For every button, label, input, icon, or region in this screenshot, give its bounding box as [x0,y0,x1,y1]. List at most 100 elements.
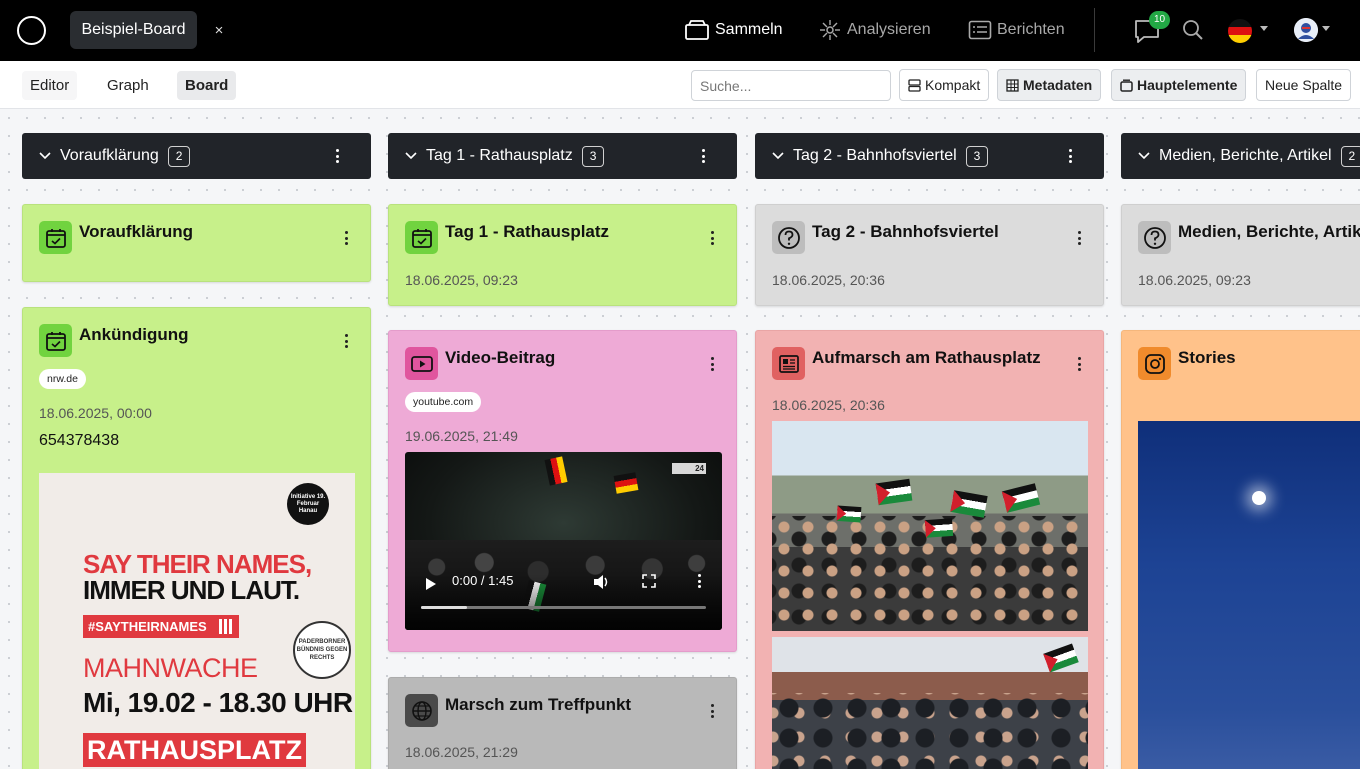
chevron-down-icon[interactable] [771,151,785,161]
kompakt-label: Kompakt [925,77,981,93]
poster-seal: PADERBORNER BÜNDNIS GEGEN RECHTS [293,621,351,679]
tab-beispiel-board[interactable]: Beispiel-Board [70,11,197,49]
kompakt-button[interactable]: Kompakt [899,69,990,101]
top-bar: Beispiel-Board × Sammeln Analysieren Ber… [0,0,1360,61]
column-header[interactable]: Medien, Berichte, Artikel 2 [1121,133,1360,179]
card-date: 18.06.2025, 21:29 [405,744,518,760]
volume-icon[interactable] [593,574,611,590]
flag [924,518,954,538]
german-flag-icon[interactable] [1228,19,1252,43]
card-title: Tag 1 - Rathausplatz [445,222,610,241]
card-date: 18.06.2025, 20:36 [772,397,885,413]
question-icon [772,221,805,254]
card-title: Ankündigung [79,325,189,344]
nav-sammeln[interactable]: Sammeln [684,16,783,44]
column-menu-icon[interactable] [332,147,342,165]
close-tab-icon[interactable]: × [210,21,228,41]
card-menu-icon[interactable] [341,332,351,350]
card-medien[interactable]: Medien, Berichte, Artikel 18.06.2025, 09… [1121,204,1360,306]
nav-berichten[interactable]: Berichten [968,16,1065,44]
card-title: Marsch zum Treffpunkt [445,695,632,714]
crowd [772,693,1088,769]
card-stories[interactable]: Stories [1121,330,1360,769]
poster-hashtag: #SAYTHEIRNAMES [83,615,239,638]
column-count-badge: 3 [965,145,989,167]
column-menu-icon[interactable] [698,147,708,165]
poster-line: IMMER UND LAUT. [83,575,300,605]
story-image[interactable] [1138,421,1360,769]
card-title: Video-Beitrag [445,348,556,367]
video-time: 0:00 / 1:45 [452,573,514,588]
card-marsch-zum-treffpunkt[interactable]: Marsch zum Treffpunkt 18.06.2025, 21:29 [388,677,737,769]
column-count-badge: 3 [581,145,605,167]
card-ankuendigung[interactable]: Ankündigung nrw.de 18.06.2025, 00:00 654… [22,307,371,769]
police-photo[interactable] [772,637,1088,769]
globe-icon [405,694,438,727]
tab-graph[interactable]: Graph [99,71,157,100]
protest-photo[interactable] [772,421,1088,631]
card-tag-1[interactable]: Tag 1 - Rathausplatz 18.06.2025, 09:23 [388,204,737,306]
card-title: Stories [1178,348,1236,367]
neue-spalte-label: Neue Spalte [1265,77,1343,93]
hauptelemente-button[interactable]: Hauptelemente [1111,69,1247,101]
notification-badge: 10 [1149,11,1170,29]
board-canvas: Voraufklärung 2 Voraufklärung Ankündigun… [0,109,1360,769]
search-button[interactable] [1182,19,1204,46]
card-menu-icon[interactable] [707,355,717,373]
column-header[interactable]: Tag 2 - Bahnhofsviertel 3 [755,133,1104,179]
instagram-icon [1138,347,1171,380]
analyze-icon [820,20,840,40]
card-tag-2[interactable]: Tag 2 - Bahnhofsviertel 18.06.2025, 20:3… [755,204,1104,306]
source-tag[interactable]: youtube.com [405,392,482,412]
play-icon[interactable] [425,577,437,591]
flag [1043,643,1079,673]
card-title: Aufmarsch am Rathausplatz [812,348,1041,367]
video-progress[interactable] [421,606,706,609]
poster-image[interactable]: Initiative 19. Februar Hanau SAY THEIR N… [39,473,355,769]
app-logo[interactable] [17,16,46,45]
card-menu-icon[interactable] [341,229,351,247]
column-header[interactable]: Tag 1 - Rathausplatz 3 [388,133,737,179]
video-more-icon[interactable] [694,572,704,590]
moon [1252,491,1266,505]
card-video-beitrag[interactable]: Video-Beitrag youtube.com 19.06.2025, 21… [388,330,737,652]
language-caret-icon[interactable] [1260,26,1268,31]
card-menu-icon[interactable] [1074,229,1084,247]
user-caret-icon[interactable] [1322,26,1330,31]
card-menu-icon[interactable] [707,702,717,720]
card-date: 18.06.2025, 00:00 [39,405,152,421]
column-header[interactable]: Voraufklärung 2 [22,133,371,179]
tab-editor[interactable]: Editor [22,71,78,100]
poster-initiative-logo: Initiative 19. Februar Hanau [287,483,329,525]
fullscreen-icon[interactable] [642,574,656,588]
card-menu-icon[interactable] [1074,355,1084,373]
chevron-down-icon[interactable] [38,151,52,161]
nav-sammeln-label: Sammeln [715,21,783,38]
column-title: Tag 2 - Bahnhofsviertel [793,147,957,164]
video-flag [613,472,639,494]
column-medien: Medien, Berichte, Artikel 2 Medien, Beri… [1121,109,1360,769]
card-voraufklaerung[interactable]: Voraufklärung [22,204,371,282]
neue-spalte-button[interactable]: Neue Spalte [1256,69,1352,101]
card-aufmarsch[interactable]: Aufmarsch am Rathausplatz 18.06.2025, 20… [755,330,1104,769]
tab-board[interactable]: Board [177,71,237,100]
video-player[interactable]: 24 0:00 / 1:45 [405,452,722,630]
card-date: 18.06.2025, 20:36 [772,272,885,288]
nav-analysieren[interactable]: Analysieren [818,16,931,44]
card-menu-icon[interactable] [707,229,717,247]
calendar-check-icon [39,221,72,254]
chevron-down-icon[interactable] [1137,151,1151,161]
source-tag[interactable]: nrw.de [39,369,86,389]
user-avatar[interactable] [1294,18,1318,42]
search-input[interactable] [691,70,891,101]
poster-line: MAHNWACHE [83,653,258,683]
video-flag [544,456,568,486]
card-date: 18.06.2025, 09:23 [405,272,518,288]
compact-icon [908,78,921,92]
card-date: 19.06.2025, 21:49 [405,428,518,444]
column-menu-icon[interactable] [1065,147,1075,165]
metadaten-button[interactable]: Metadaten [997,69,1102,101]
hauptelemente-label: Hauptelemente [1137,77,1238,93]
chevron-down-icon[interactable] [404,151,418,161]
search-icon [1183,20,1203,40]
